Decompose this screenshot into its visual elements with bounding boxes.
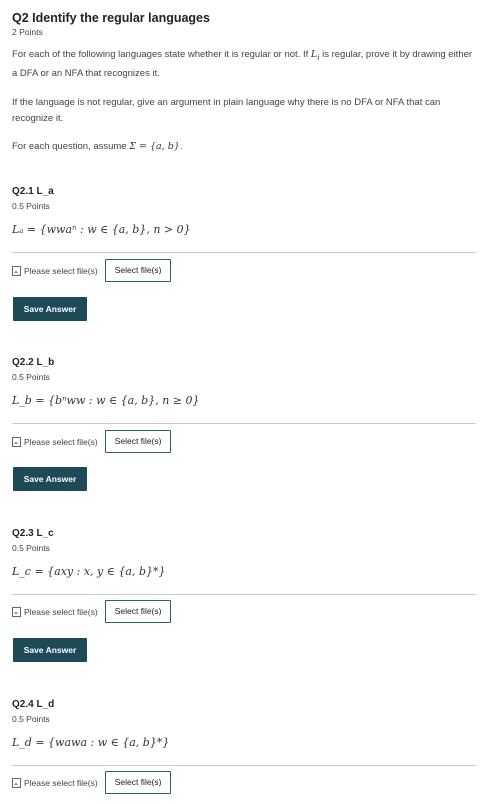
- subquestion-points: 0.5 Points: [12, 543, 50, 553]
- save-answer-button[interactable]: Save Answer: [13, 297, 87, 321]
- question-page: Q2 Identify the regular languages 2 Poin…: [0, 0, 483, 804]
- subquestion-points: 0.5 Points: [12, 201, 50, 211]
- question-nonregular-note: If the language is not regular, give an …: [12, 97, 441, 124]
- divider: [12, 765, 476, 766]
- question-title: Q2 Identify the regular languages: [12, 11, 210, 25]
- file-upload-row: Please select file(s) Select file(s): [12, 600, 172, 623]
- file-status-label: Please select file(s): [24, 777, 98, 788]
- file-icon: [12, 436, 21, 447]
- intro-text-a: For each of the following languages stat…: [12, 49, 311, 60]
- subquestion-title: Q2.3 L_c: [12, 528, 54, 539]
- file-upload-row: Please select file(s) Select file(s): [12, 430, 172, 453]
- divider: [12, 423, 476, 424]
- save-answer-button[interactable]: Save Answer: [13, 638, 87, 662]
- select-files-button[interactable]: Select file(s): [104, 259, 172, 282]
- file-icon: [12, 777, 21, 788]
- file-icon: [12, 265, 21, 276]
- subquestion-points: 0.5 Points: [12, 714, 50, 724]
- language-formula: L_b = {bⁿww : w ∈ {a, b}, n ≥ 0}: [12, 394, 200, 407]
- divider: [12, 252, 476, 253]
- file-icon: [12, 606, 21, 617]
- question-intro: For each of the following languages stat…: [12, 47, 474, 82]
- language-formula: Lₐ = {wwaⁿ : w ∈ {a, b}, n > 0}: [12, 223, 191, 236]
- sigma-definition: Σ = {a, b}: [129, 141, 180, 152]
- language-formula: L_c = {axy : x, y ∈ {a, b}*}: [12, 565, 166, 578]
- subquestion-title: Q2.1 L_a: [12, 186, 54, 197]
- question-assumption: For each question, assume Σ = {a, b}.: [12, 141, 183, 152]
- file-status-label: Please select file(s): [24, 606, 98, 617]
- select-files-button[interactable]: Select file(s): [104, 600, 172, 623]
- select-files-button[interactable]: Select file(s): [104, 771, 172, 794]
- subquestion-points: 0.5 Points: [12, 372, 50, 382]
- question-points: 2 Points: [12, 27, 43, 37]
- save-answer-button[interactable]: Save Answer: [13, 467, 87, 491]
- subquestion-title: Q2.2 L_b: [12, 357, 55, 368]
- select-files-button[interactable]: Select file(s): [104, 430, 172, 453]
- file-status-label: Please select file(s): [24, 265, 98, 276]
- file-upload-row: Please select file(s) Select file(s): [12, 259, 172, 282]
- subquestion-title: Q2.4 L_d: [12, 699, 55, 710]
- divider: [12, 594, 476, 595]
- language-formula: L_d = {wawa : w ∈ {a, b}*}: [12, 736, 170, 749]
- file-status-label: Please select file(s): [24, 436, 98, 447]
- file-upload-row: Please select file(s) Select file(s): [12, 771, 172, 794]
